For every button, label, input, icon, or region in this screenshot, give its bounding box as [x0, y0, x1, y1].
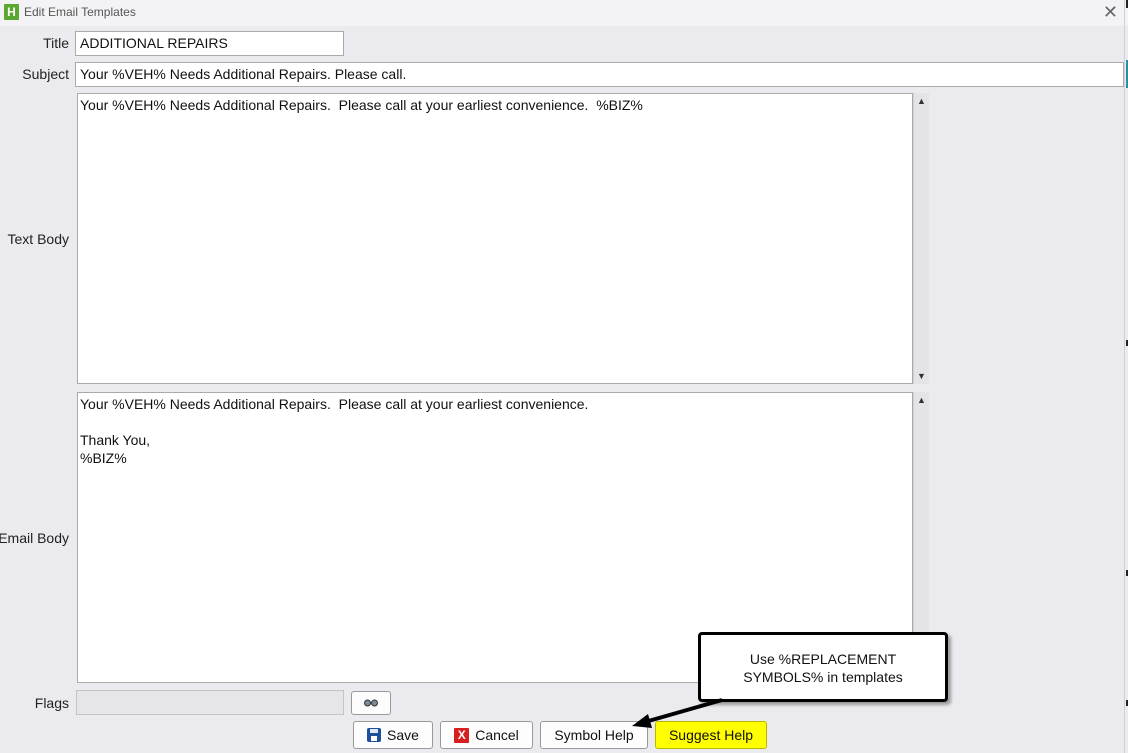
scroll-up-arrow-icon[interactable]: ▲: [917, 395, 926, 405]
symbol-help-button[interactable]: Symbol Help: [540, 721, 648, 749]
cancel-button[interactable]: X Cancel: [440, 721, 533, 749]
title-input[interactable]: ADDITIONAL REPAIRS: [75, 31, 344, 56]
save-button-label: Save: [387, 727, 419, 743]
app-logo-icon: H: [4, 4, 19, 20]
close-icon[interactable]: ✕: [1103, 2, 1118, 22]
title-label: Title: [43, 35, 69, 51]
scroll-down-arrow-icon[interactable]: ▼: [917, 371, 926, 381]
subject-label: Subject: [22, 66, 69, 82]
red-x-icon: X: [454, 727, 470, 743]
flags-input: [76, 690, 344, 715]
callout-line-1: Use %REPLACEMENT: [749, 651, 897, 667]
email-body-scrollbar[interactable]: ▲: [913, 392, 929, 632]
save-button[interactable]: Save: [353, 721, 433, 749]
annotation-callout: Use %REPLACEMENT SYMBOLS% in templates: [698, 632, 948, 702]
callout-line-2: SYMBOLS% in templates: [743, 669, 903, 685]
floppy-disk-icon: [367, 728, 382, 742]
cancel-button-label: Cancel: [475, 727, 519, 743]
eye-glasses-icon: [364, 699, 378, 707]
symbol-help-button-label: Symbol Help: [554, 727, 634, 743]
title-bar: H Edit Email Templates ✕: [0, 0, 1128, 26]
window-right-edge: [1124, 0, 1128, 753]
suggest-help-button[interactable]: Suggest Help: [655, 721, 767, 749]
text-body-textarea[interactable]: Your %VEH% Needs Additional Repairs. Ple…: [77, 93, 913, 384]
text-body-label: Text Body: [7, 231, 69, 247]
flags-picker-button[interactable]: [351, 691, 391, 715]
subject-input[interactable]: Your %VEH% Needs Additional Repairs. Ple…: [75, 62, 1124, 87]
flags-label: Flags: [34, 695, 69, 711]
email-body-label: Email Body: [0, 530, 69, 546]
suggest-help-button-label: Suggest Help: [668, 727, 754, 743]
scroll-up-arrow-icon[interactable]: ▲: [917, 96, 926, 106]
window-title: Edit Email Templates: [24, 5, 136, 19]
text-body-scrollbar[interactable]: ▲ ▼: [913, 93, 929, 384]
